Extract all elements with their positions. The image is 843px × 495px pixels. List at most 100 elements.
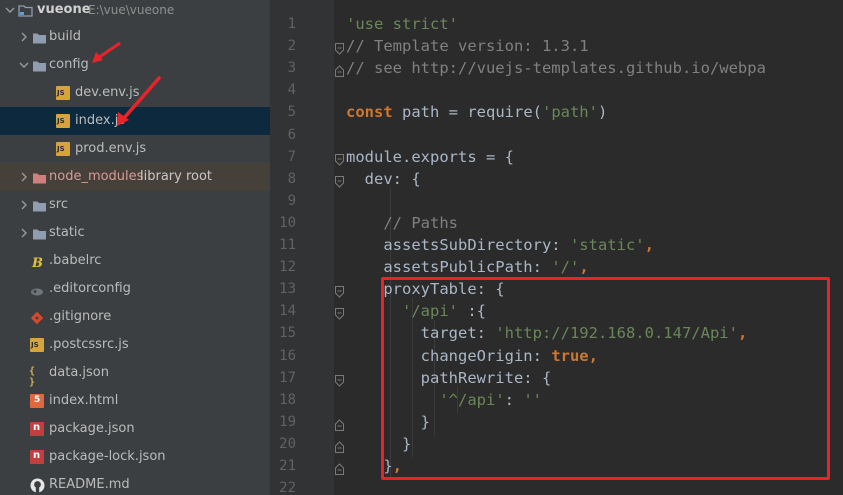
tree-item-label: dev.env.js <box>75 85 140 100</box>
project-folder-icon <box>18 3 33 17</box>
line-number: 3 <box>287 60 296 77</box>
line-number: 15 <box>279 325 296 342</box>
tree-item-label: node_modules <box>49 169 144 184</box>
tree-item[interactable]: node_modules library root <box>0 163 270 191</box>
code-token: 'static' <box>569 236 645 254</box>
fold-open-icon[interactable] <box>335 305 344 321</box>
line-number: 22 <box>279 480 296 495</box>
code-line[interactable]: // Template version: 1.3.1 <box>346 35 589 57</box>
code-token: // Paths <box>383 213 458 232</box>
code-line[interactable]: const path = require('path') <box>346 101 607 123</box>
tree-item-label: index.html <box>49 393 119 408</box>
code-token: dev: { <box>346 169 421 188</box>
line-number: 10 <box>279 214 296 231</box>
tree-item[interactable]: build <box>0 23 270 51</box>
code-token: const <box>346 103 393 122</box>
chevron-right-icon[interactable] <box>18 219 30 247</box>
line-number: 13 <box>279 281 296 298</box>
code-token: // see http://vuejs-templates.github.io/… <box>346 59 766 78</box>
code-token: 'use strict' <box>346 15 458 33</box>
tree-item[interactable]: static <box>0 219 270 247</box>
tree-item[interactable]: .editorconfig <box>0 275 270 303</box>
line-number: 12 <box>279 259 296 276</box>
line-number: 9 <box>287 192 296 209</box>
folder-icon <box>32 198 46 212</box>
line-number: 11 <box>279 237 296 253</box>
code-line[interactable]: 'use strict' <box>346 13 458 35</box>
line-number: 14 <box>279 303 296 320</box>
git-file-icon <box>30 310 44 325</box>
fold-open-icon[interactable] <box>335 173 344 188</box>
tree-item-label: prod.env.js <box>75 141 147 156</box>
code-token: assetsSubDirectory: <box>346 236 570 254</box>
code-token: module.exports = { <box>346 147 514 166</box>
line-number: 16 <box>279 347 296 364</box>
chevron-right-icon[interactable] <box>18 163 30 191</box>
tree-item[interactable]: .gitignore <box>0 303 270 331</box>
line-number: 6 <box>287 126 296 143</box>
tree-item-label: README.md <box>49 477 130 492</box>
tree-item-label: src <box>49 197 68 212</box>
tree-item-label: .gitignore <box>49 309 112 324</box>
svg-text:B: B <box>31 256 43 269</box>
code-line[interactable]: assetsPublicPath: '/', <box>346 256 589 278</box>
line-number: 4 <box>287 82 296 99</box>
tree-item-label: .babelrc <box>49 253 102 268</box>
code-token: ) <box>597 103 608 122</box>
fold-open-icon[interactable] <box>335 151 344 166</box>
line-number: 2 <box>287 38 296 55</box>
tree-item-label: package-lock.json <box>49 449 166 464</box>
line-number: 1 <box>287 16 296 32</box>
code-line[interactable]: // see http://vuejs-templates.github.io/… <box>346 57 766 79</box>
line-number: 17 <box>279 369 296 386</box>
code-token: '/' <box>551 258 580 277</box>
tree-item[interactable]: index.js <box>0 107 270 135</box>
code-line[interactable]: dev: { <box>346 168 421 190</box>
tree-item[interactable]: dev.env.js <box>0 79 270 107</box>
folder-icon <box>32 58 46 72</box>
code-token: path = require( <box>392 103 542 122</box>
tree-item[interactable]: README.md <box>0 471 270 495</box>
chevron-right-icon[interactable] <box>18 191 30 219</box>
tree-item[interactable]: package-lock.json <box>0 443 270 471</box>
folder-icon <box>32 226 46 240</box>
fold-open-icon[interactable] <box>335 372 344 387</box>
chevron-down-icon[interactable] <box>18 51 30 79</box>
tree-item[interactable]: data.json <box>0 359 270 388</box>
fold-close-icon[interactable] <box>335 62 344 78</box>
fold-close-icon[interactable] <box>335 460 344 475</box>
tree-item[interactable]: prod.env.js <box>0 135 270 163</box>
folder-icon <box>32 30 46 44</box>
fold-close-icon[interactable] <box>335 416 344 431</box>
project-path: E:\vue\vueone <box>88 3 175 17</box>
fold-open-icon[interactable] <box>335 283 344 298</box>
json-file-icon <box>29 366 44 388</box>
code-line[interactable]: assetsSubDirectory: 'static', <box>346 234 654 256</box>
code-line[interactable]: module.exports = { <box>346 146 514 168</box>
fold-open-icon[interactable] <box>335 40 344 55</box>
tree-item[interactable]: config <box>0 51 270 79</box>
code-token: , <box>579 258 589 277</box>
tree-item-label: static <box>49 225 85 240</box>
tree-item[interactable]: .postcssrc.js <box>0 331 270 359</box>
line-number: 7 <box>287 148 296 165</box>
markdown-file-icon <box>30 478 45 493</box>
line-number: 19 <box>279 413 296 430</box>
tree-item[interactable]: B .babelrc <box>0 247 270 275</box>
code-line[interactable]: // Paths <box>346 212 458 234</box>
chevron-right-icon[interactable] <box>18 23 30 51</box>
editorconfig-file-icon <box>30 282 44 296</box>
tree-item-label: package.json <box>49 421 135 436</box>
tree-item-label: data.json <box>49 365 109 380</box>
tree-item-label: config <box>49 57 89 72</box>
line-number: 21 <box>279 458 296 474</box>
tree-item[interactable]: src <box>0 191 270 219</box>
tree-item-label: index.js <box>75 113 126 128</box>
tree-item[interactable]: index.html <box>0 387 270 415</box>
code-token: 'path' <box>541 103 598 122</box>
tree-item[interactable]: package.json <box>0 415 270 443</box>
fold-close-icon[interactable] <box>335 438 344 453</box>
project-tree: vueone E:\vue\vueone build config dev.env.… <box>0 0 270 495</box>
code-token: assetsPublicPath: <box>346 258 552 277</box>
